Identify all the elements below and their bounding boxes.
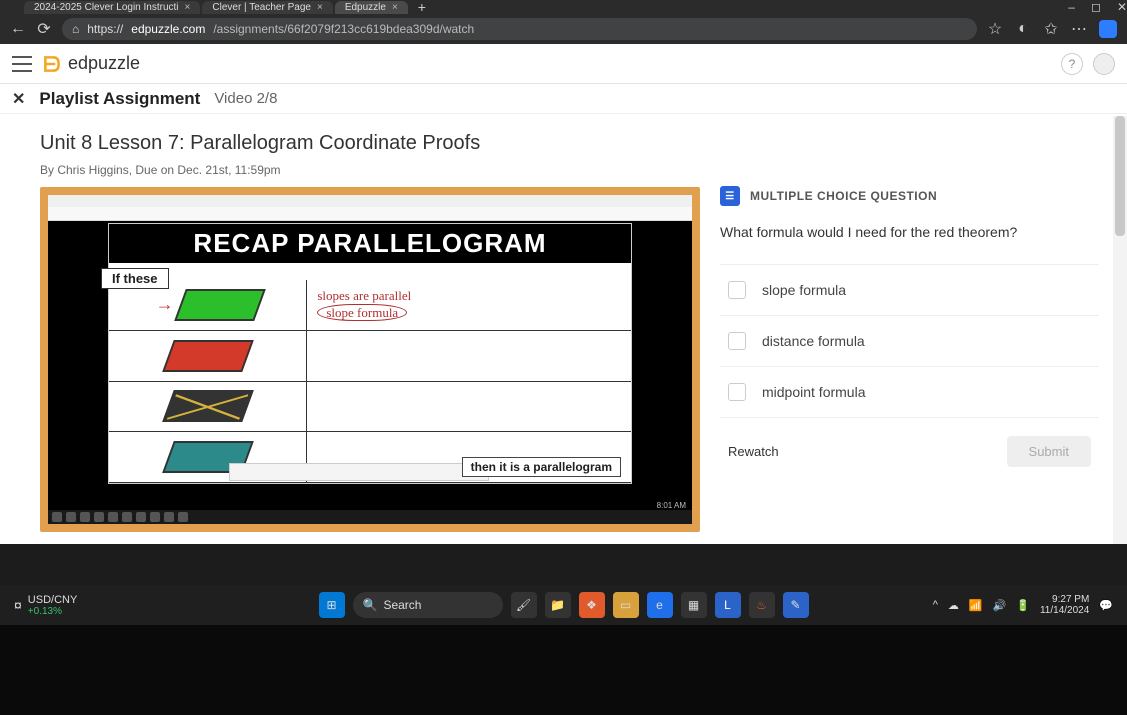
- checkbox-icon[interactable]: [728, 332, 746, 350]
- playlist-label: Playlist Assignment: [39, 89, 200, 109]
- nav-back-icon[interactable]: ←: [10, 21, 26, 37]
- nav-reload-icon[interactable]: ⟳: [36, 21, 52, 37]
- windows-taskbar: ¤ USD/CNY +0.13% ⊞ 🔍 Search 🖌 📁 ❖ ▭ e ▦ …: [0, 585, 1127, 625]
- taskbar-clock[interactable]: 9:27 PM 11/14/2024: [1040, 594, 1089, 616]
- lesson-title: Unit 8 Lesson 7: Parallelogram Coordinat…: [40, 132, 700, 155]
- browser-tab[interactable]: Clever | Teacher Page ×: [202, 1, 332, 14]
- video-player[interactable]: RECAP PARALLELOGRAM If these → slopes ar…: [40, 187, 700, 532]
- answer-option[interactable]: midpoint formula: [720, 367, 1099, 418]
- annotation-toolbar: [229, 463, 489, 481]
- browser-tab[interactable]: 2024-2025 Clever Login Instructi ×: [24, 1, 200, 14]
- edpuzzle-header: edpuzzle ?: [0, 44, 1127, 84]
- start-icon[interactable]: ⊞: [319, 592, 345, 618]
- menu-icon[interactable]: [12, 56, 32, 72]
- slide-content: RECAP PARALLELOGRAM If these → slopes ar…: [108, 223, 632, 484]
- parallelogram-green-icon: [174, 289, 266, 321]
- submit-button[interactable]: Submit: [1007, 436, 1091, 467]
- window-close-icon[interactable]: ✕: [1117, 0, 1127, 14]
- tab-close-icon[interactable]: ×: [392, 2, 398, 13]
- assignment-subheader: ✕ Playlist Assignment Video 2/8: [0, 84, 1127, 114]
- then-label: then it is a parallelogram: [462, 457, 621, 477]
- bookmark-icon[interactable]: ✩: [1043, 21, 1059, 37]
- url-field[interactable]: ⌂ https:// edpuzzle.com/assignments/66f20…: [62, 18, 977, 40]
- browser-tabstrip: 2024-2025 Clever Login Instructi × Cleve…: [0, 0, 1127, 14]
- edpuzzle-page: edpuzzle ? ✕ Playlist Assignment Video 2…: [0, 44, 1127, 544]
- browser-address-bar: ← ⟳ ⌂ https:// edpuzzle.com/assignments/6…: [0, 14, 1127, 44]
- tab-close-icon[interactable]: ×: [317, 2, 323, 13]
- window-controls: – ◻ ✕: [1068, 0, 1127, 14]
- tab-title: 2024-2025 Clever Login Instructi: [34, 2, 179, 13]
- inner-taskbar: [48, 510, 692, 524]
- taskbar-app-icon[interactable]: 📁: [545, 592, 571, 618]
- tab-title: Edpuzzle: [345, 2, 386, 13]
- rewatch-button[interactable]: Rewatch: [728, 444, 779, 459]
- tray-wifi-icon[interactable]: 📶: [969, 599, 983, 612]
- currency-icon: ¤: [14, 597, 22, 613]
- new-tab-button[interactable]: +: [410, 0, 434, 15]
- taskbar-app-icon[interactable]: ♨: [749, 592, 775, 618]
- handwriting-note: slopes are parallelslope formula: [317, 288, 411, 321]
- tray-volume-icon[interactable]: 🔊: [993, 599, 1007, 612]
- parallelogram-diagonals-icon: [162, 390, 254, 422]
- scrollbar-thumb[interactable]: [1115, 116, 1125, 236]
- answer-option[interactable]: distance formula: [720, 316, 1099, 367]
- brand-text: edpuzzle: [68, 53, 140, 74]
- url-host: edpuzzle.com: [131, 22, 205, 36]
- tab-close-icon[interactable]: ×: [185, 2, 191, 13]
- taskbar-app-icon[interactable]: e: [647, 592, 673, 618]
- browser-tab-active[interactable]: Edpuzzle ×: [335, 1, 408, 14]
- checkbox-icon[interactable]: [728, 281, 746, 299]
- answer-label: slope formula: [762, 282, 846, 298]
- lock-icon: ⌂: [72, 22, 79, 36]
- taskbar-app-icon[interactable]: L: [715, 592, 741, 618]
- slide-title: RECAP PARALLELOGRAM: [109, 224, 631, 263]
- tray-notifications-icon[interactable]: 💬: [1099, 599, 1113, 612]
- tab-title: Clever | Teacher Page: [212, 2, 311, 13]
- question-panel: ☰ MULTIPLE CHOICE QUESTION What formula …: [720, 132, 1099, 532]
- star-icon[interactable]: ☆: [987, 21, 1003, 37]
- page-scrollbar[interactable]: [1113, 116, 1127, 544]
- question-type-label: MULTIPLE CHOICE QUESTION: [750, 189, 937, 203]
- taskbar-app-icon[interactable]: 🖌: [511, 592, 537, 618]
- video-column: Unit 8 Lesson 7: Parallelogram Coordinat…: [40, 132, 700, 532]
- video-counter: Video 2/8: [214, 90, 277, 107]
- question-type-icon: ☰: [720, 186, 740, 206]
- parallelogram-red-icon: [162, 340, 254, 372]
- close-assignment-icon[interactable]: ✕: [12, 89, 25, 109]
- url-prefix: https://: [87, 22, 123, 36]
- tray-battery-icon[interactable]: 🔋: [1016, 599, 1030, 612]
- tray-chevron-icon[interactable]: ^: [933, 599, 938, 611]
- answer-label: distance formula: [762, 333, 865, 349]
- more-icon[interactable]: ⋯: [1071, 21, 1087, 37]
- currency-change: +0.13%: [28, 606, 78, 617]
- taskbar-app-icon[interactable]: ▭: [613, 592, 639, 618]
- taskbar-app-icon[interactable]: ✎: [783, 592, 809, 618]
- tray-cloud-icon[interactable]: ☁: [948, 599, 959, 612]
- currency-pair: USD/CNY: [28, 594, 78, 606]
- answer-list: slope formula distance formula midpoint …: [720, 264, 1099, 418]
- answer-label: midpoint formula: [762, 384, 866, 400]
- taskbar-app-icon[interactable]: ▦: [681, 592, 707, 618]
- answer-option[interactable]: slope formula: [720, 265, 1099, 316]
- if-these-label: If these: [101, 268, 169, 289]
- checkbox-icon[interactable]: [728, 383, 746, 401]
- window-maximize-icon[interactable]: ◻: [1091, 0, 1101, 14]
- search-placeholder: Search: [383, 598, 421, 612]
- taskbar-search[interactable]: 🔍 Search: [353, 592, 503, 618]
- question-text: What formula would I need for the red th…: [720, 224, 1099, 240]
- lesson-byline: By Chris Higgins, Due on Dec. 21st, 11:5…: [40, 163, 700, 177]
- user-avatar[interactable]: [1093, 53, 1115, 75]
- url-path: /assignments/66f2079f213cc619bdea309d/wa…: [213, 22, 474, 36]
- taskbar-app-icon[interactable]: ❖: [579, 592, 605, 618]
- help-icon[interactable]: ?: [1061, 53, 1083, 75]
- search-icon: 🔍: [363, 598, 378, 612]
- extension-badge-icon[interactable]: [1099, 20, 1117, 38]
- window-minimize-icon[interactable]: –: [1068, 0, 1075, 14]
- extensions-icon[interactable]: ◐: [1015, 21, 1031, 37]
- edpuzzle-logo[interactable]: edpuzzle: [42, 53, 140, 74]
- arrow-icon: →: [156, 294, 174, 315]
- taskbar-widget[interactable]: ¤ USD/CNY +0.13%: [14, 594, 77, 617]
